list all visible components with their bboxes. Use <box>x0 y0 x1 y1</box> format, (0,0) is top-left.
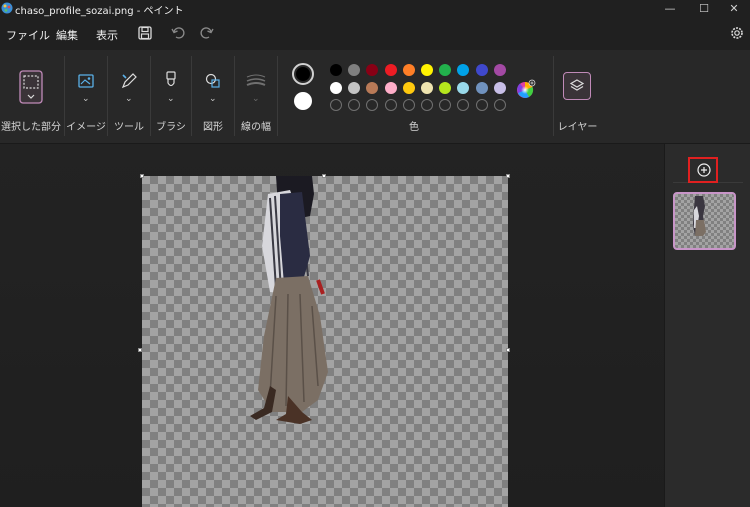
line-width-group: ⌄ 線の幅 <box>236 50 276 143</box>
image-icon[interactable] <box>77 72 95 90</box>
colors-group-label: 色 <box>409 122 419 133</box>
color-swatch[interactable] <box>384 81 397 94</box>
ribbon-separator <box>277 56 278 136</box>
color-swatch[interactable] <box>493 64 506 76</box>
resize-handle[interactable] <box>322 174 326 178</box>
selection-group: 選択した部分 <box>0 50 62 143</box>
tools-group: ⌄ ツール <box>109 50 149 143</box>
selection-icon[interactable] <box>19 70 43 104</box>
minimize-button[interactable]: — <box>652 0 688 18</box>
color-swatch[interactable] <box>384 64 397 76</box>
pencil-icon[interactable] <box>120 72 138 90</box>
menu-bar: ファイル 編集 表示 <box>0 18 750 50</box>
paint-app-icon <box>1 2 13 14</box>
color-swatch[interactable] <box>402 81 415 94</box>
colors-group: 色 <box>279 50 549 143</box>
close-button[interactable]: ✕ <box>716 0 750 18</box>
save-icon[interactable] <box>137 25 153 41</box>
secondary-color[interactable] <box>294 92 312 110</box>
ribbon-separator <box>553 56 554 136</box>
person-image <box>250 176 328 424</box>
layer-thumbnail-image <box>693 196 706 236</box>
plus-circle-icon[interactable] <box>697 163 711 177</box>
color-swatch[interactable] <box>330 64 342 76</box>
color-swatch[interactable] <box>348 81 361 94</box>
chevron-down-icon[interactable]: ⌄ <box>82 94 90 104</box>
title-bar: chaso_profile_sozai.png - ペイント — ☐ ✕ <box>0 0 750 18</box>
empty-color-slot[interactable] <box>475 99 488 111</box>
layers-group: レイヤー <box>555 50 600 143</box>
menu-edit[interactable]: 編集 <box>56 27 78 43</box>
primary-color <box>296 67 310 81</box>
empty-color-slot[interactable] <box>402 99 415 111</box>
image-group: ⌄ イメージ <box>66 50 106 143</box>
ribbon-separator <box>234 56 235 136</box>
brushes-group-label: ブラシ <box>156 122 186 133</box>
empty-color-slot[interactable] <box>439 99 452 111</box>
resize-handle[interactable] <box>506 174 510 178</box>
color-swatch[interactable] <box>421 64 433 76</box>
drawing-canvas[interactable] <box>142 176 508 507</box>
ribbon-separator <box>64 56 65 136</box>
ribbon: 選択した部分 ⌄ イメージ ⌄ ツール ⌄ ブラシ ⌄ 図形 ⌄ 線の幅 色 レ… <box>0 50 750 144</box>
color-swatch[interactable] <box>439 81 452 94</box>
layers-icon <box>569 79 585 91</box>
color-swatch[interactable] <box>402 64 415 76</box>
shapes-group: ⌄ 図形 <box>193 50 233 143</box>
undo-icon[interactable] <box>170 25 186 41</box>
resize-handle[interactable] <box>138 348 142 352</box>
layers-button[interactable] <box>563 72 591 100</box>
color-swatch[interactable] <box>493 81 506 94</box>
chevron-down-icon[interactable]: ⌄ <box>167 94 175 104</box>
primary-color-ring[interactable] <box>292 63 314 85</box>
color-swatch[interactable] <box>475 64 488 76</box>
empty-color-slot[interactable] <box>493 99 506 111</box>
chevron-down-icon[interactable]: ⌄ <box>125 94 133 104</box>
selection-group-label: 選択した部分 <box>1 122 61 133</box>
shapes-icon[interactable] <box>204 72 222 90</box>
empty-color-slot[interactable] <box>384 99 397 111</box>
ribbon-separator <box>107 56 108 136</box>
brush-icon[interactable] <box>162 70 180 90</box>
menu-file[interactable]: ファイル <box>6 27 50 43</box>
line-width-group-label: 線の幅 <box>241 122 271 133</box>
layers-group-label: レイヤー <box>557 122 598 133</box>
empty-color-slot[interactable] <box>421 99 433 111</box>
chevron-down-icon[interactable]: ⌄ <box>252 94 260 104</box>
empty-color-slot[interactable] <box>366 99 379 111</box>
brushes-group: ⌄ ブラシ <box>152 50 190 143</box>
gear-icon[interactable] <box>729 25 745 41</box>
color-swatch[interactable] <box>366 64 379 76</box>
ribbon-separator <box>150 56 151 136</box>
color-swatch[interactable] <box>330 81 342 94</box>
image-group-label: イメージ <box>66 122 106 133</box>
color-swatch[interactable] <box>421 81 433 94</box>
color-swatch[interactable] <box>439 64 452 76</box>
color-swatch[interactable] <box>366 81 379 94</box>
color-swatch[interactable] <box>475 81 488 94</box>
color-swatch[interactable] <box>457 81 470 94</box>
empty-color-slot[interactable] <box>330 99 342 111</box>
color-swatch[interactable] <box>348 64 361 76</box>
color-picker-icon[interactable] <box>516 79 536 99</box>
empty-color-slot[interactable] <box>457 99 470 111</box>
ribbon-separator <box>191 56 192 136</box>
empty-color-slot[interactable] <box>348 99 361 111</box>
chevron-down-icon[interactable]: ⌄ <box>209 94 217 104</box>
redo-icon[interactable] <box>199 25 215 41</box>
tools-group-label: ツール <box>114 122 144 133</box>
color-swatch[interactable] <box>457 64 470 76</box>
window-title: chaso_profile_sozai.png - ペイント <box>15 6 184 17</box>
menu-view[interactable]: 表示 <box>96 27 118 43</box>
resize-handle[interactable] <box>506 348 510 352</box>
layer-thumbnail[interactable] <box>673 192 736 250</box>
shapes-group-label: 図形 <box>203 122 223 133</box>
resize-handle[interactable] <box>140 174 144 178</box>
line-width-icon[interactable] <box>245 74 267 88</box>
